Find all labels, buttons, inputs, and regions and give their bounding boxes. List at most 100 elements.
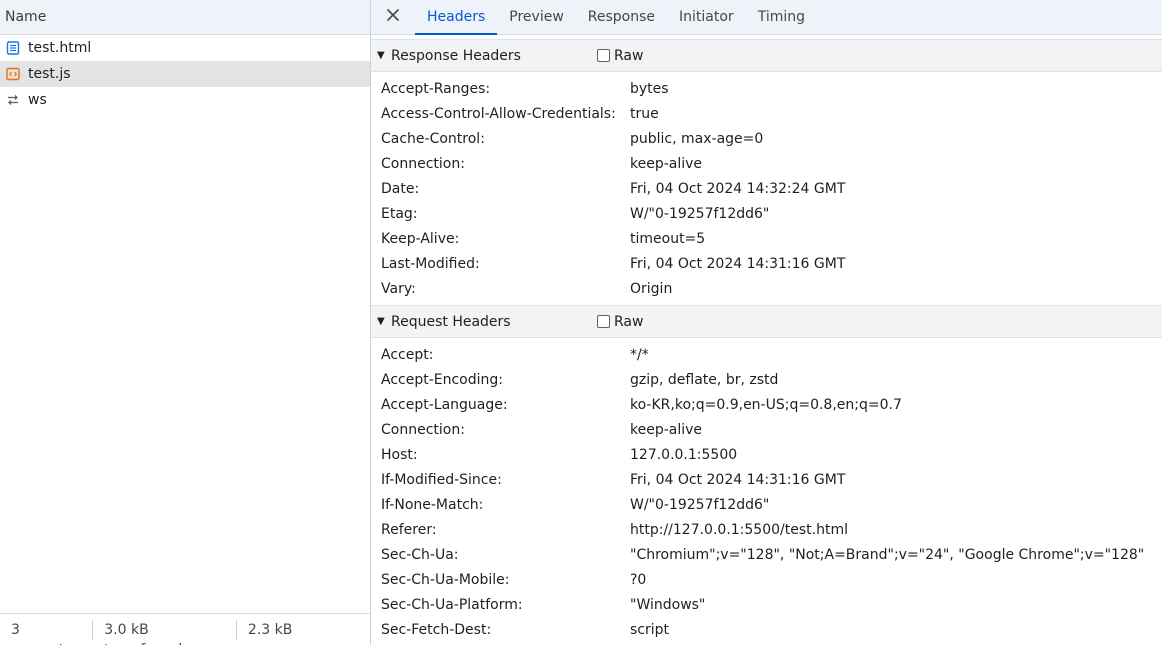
header-value: Fri, 04 Oct 2024 14:31:16 GMT bbox=[630, 471, 846, 488]
header-row: Sec-Fetch-Dest: script bbox=[371, 617, 1162, 642]
header-value: keep-alive bbox=[630, 421, 703, 438]
header-row: Access-Control-Allow-Credentials: true bbox=[371, 101, 1162, 126]
section-title: Response Headers bbox=[391, 47, 521, 64]
header-row: If-Modified-Since: Fri, 04 Oct 2024 14:31… bbox=[371, 467, 1162, 492]
header-value: http://127.0.0.1:5500/test.html bbox=[630, 521, 848, 538]
header-value: W/"0-19257f12dd6" bbox=[630, 496, 770, 513]
resources-size: 2.3 kB resources bbox=[247, 621, 316, 645]
header-name: Connection: bbox=[381, 421, 465, 438]
header-row: Accept-Encoding: gzip, deflate, br, zstd bbox=[371, 367, 1162, 392]
header-name: Last-Modified: bbox=[381, 255, 480, 272]
header-name: Accept-Ranges: bbox=[381, 80, 491, 97]
header-value: "Chromium";v="128", "Not;A=Brand";v="24"… bbox=[630, 546, 1145, 563]
header-value: gzip, deflate, br, zstd bbox=[630, 371, 779, 388]
tab-headers[interactable]: Headers bbox=[415, 0, 498, 35]
response-headers-section-header[interactable]: ▼ Response Headers Raw bbox=[371, 39, 1162, 72]
request-list: test.html test.js ws bbox=[0, 35, 370, 113]
status-bar: 3 requests 3.0 kB transferred 2.3 kB res… bbox=[0, 613, 370, 645]
request-name: ws bbox=[28, 92, 47, 108]
header-row: Connection: keep-alive bbox=[371, 417, 1162, 442]
raw-checkbox-response[interactable]: Raw bbox=[597, 48, 643, 64]
header-name: Accept-Encoding: bbox=[381, 371, 504, 388]
header-name: Sec-Fetch-Dest: bbox=[381, 621, 492, 638]
header-name: Connection: bbox=[381, 155, 465, 172]
header-row: Cache-Control: public, max-age=0 bbox=[371, 126, 1162, 151]
header-value: Fri, 04 Oct 2024 14:31:16 GMT bbox=[630, 255, 846, 272]
header-row: Sec-Ch-Ua-Platform: "Windows" bbox=[371, 592, 1162, 617]
header-row: Accept: */* bbox=[371, 342, 1162, 367]
header-value: script bbox=[630, 621, 670, 638]
header-value: W/"0-19257f12dd6" bbox=[630, 205, 770, 222]
header-value: public, max-age=0 bbox=[630, 130, 764, 147]
raw-label: Raw bbox=[614, 313, 644, 330]
header-name: Accept-Language: bbox=[381, 396, 508, 413]
request-detail-panel: Headers Preview Response Initiator Timin… bbox=[371, 0, 1162, 645]
checkbox[interactable] bbox=[597, 315, 610, 328]
request-headers-list: Accept: */* Accept-Encoding: gzip, deflate,… bbox=[371, 342, 1162, 642]
script-icon bbox=[6, 67, 20, 81]
header-row: Sec-Ch-Ua: "Chromium";v="128", "Not;A=Bra… bbox=[371, 542, 1162, 567]
header-value: bytes bbox=[630, 80, 669, 97]
name-column-header[interactable]: Name bbox=[0, 0, 370, 35]
header-row: Date: Fri, 04 Oct 2024 14:32:24 GMT bbox=[371, 176, 1162, 201]
header-row: If-None-Match: W/"0-19257f12dd6" bbox=[371, 492, 1162, 517]
header-value: ko-KR,ko;q=0.9,en-US;q=0.8,en;q=0.7 bbox=[630, 396, 902, 413]
request-name: test.html bbox=[28, 40, 92, 56]
header-row: Etag: W/"0-19257f12dd6" bbox=[371, 201, 1162, 226]
header-name: Cache-Control: bbox=[381, 130, 485, 147]
header-name: Access-Control-Allow-Credentials: bbox=[381, 105, 616, 122]
transferred-size: 3.0 kB transferred bbox=[104, 621, 182, 645]
header-name: If-None-Match: bbox=[381, 496, 484, 513]
header-value: 127.0.0.1:5500 bbox=[630, 446, 738, 463]
header-row: Sec-Ch-Ua-Mobile: ?0 bbox=[371, 567, 1162, 592]
request-row-ws[interactable]: ws bbox=[0, 87, 370, 113]
header-name: Vary: bbox=[381, 280, 416, 297]
request-row-test-js[interactable]: test.js bbox=[0, 61, 370, 87]
tab-response[interactable]: Response bbox=[576, 0, 667, 35]
header-value: true bbox=[630, 105, 659, 122]
document-icon bbox=[6, 41, 20, 55]
header-row: Accept-Ranges: bytes bbox=[371, 76, 1162, 101]
triangle-down-icon: ▼ bbox=[377, 50, 385, 61]
tab-initiator[interactable]: Initiator bbox=[667, 0, 746, 35]
header-row: Referer: http://127.0.0.1:5500/test.html bbox=[371, 517, 1162, 542]
header-name: Sec-Ch-Ua-Mobile: bbox=[381, 571, 510, 588]
header-value: timeout=5 bbox=[630, 230, 706, 247]
request-name: test.js bbox=[28, 66, 71, 82]
header-row: Host: 127.0.0.1:5500 bbox=[371, 442, 1162, 467]
raw-checkbox-request[interactable]: Raw bbox=[597, 314, 643, 330]
triangle-down-icon: ▼ bbox=[377, 316, 385, 327]
raw-label: Raw bbox=[614, 47, 644, 64]
header-name: Sec-Ch-Ua-Platform: bbox=[381, 596, 523, 613]
header-name: Date: bbox=[381, 180, 420, 197]
request-headers-section-header[interactable]: ▼ Request Headers Raw bbox=[371, 305, 1162, 338]
header-value: ?0 bbox=[630, 571, 647, 588]
header-value: Origin bbox=[630, 280, 673, 297]
header-name: If-Modified-Since: bbox=[381, 471, 502, 488]
header-value: keep-alive bbox=[630, 155, 703, 172]
request-list-panel: Name test.html test.js ws 3 requests 3.0… bbox=[0, 0, 370, 645]
header-row: Connection: keep-alive bbox=[371, 151, 1162, 176]
checkbox[interactable] bbox=[597, 49, 610, 62]
header-name: Keep-Alive: bbox=[381, 230, 460, 247]
section-title: Request Headers bbox=[391, 313, 511, 330]
header-row: Vary: Origin bbox=[371, 276, 1162, 301]
close-icon bbox=[386, 8, 400, 26]
tab-timing[interactable]: Timing bbox=[746, 0, 817, 35]
header-name: Etag: bbox=[381, 205, 418, 222]
header-name: Sec-Ch-Ua: bbox=[381, 546, 459, 563]
header-value: "Windows" bbox=[630, 596, 706, 613]
header-row: Accept-Language: ko-KR,ko;q=0.9,en-US;q=0… bbox=[371, 392, 1162, 417]
request-row-test-html[interactable]: test.html bbox=[0, 35, 370, 61]
request-count: 3 requests bbox=[11, 621, 72, 645]
detail-tabbar: Headers Preview Response Initiator Timin… bbox=[371, 0, 1162, 35]
header-row: Keep-Alive: timeout=5 bbox=[371, 226, 1162, 251]
header-value: */* bbox=[630, 346, 649, 363]
header-name: Referer: bbox=[381, 521, 437, 538]
tab-preview[interactable]: Preview bbox=[497, 0, 576, 35]
header-name: Host: bbox=[381, 446, 418, 463]
websocket-icon bbox=[6, 93, 20, 107]
header-name: Accept: bbox=[381, 346, 434, 363]
close-button[interactable] bbox=[371, 0, 415, 35]
header-value: Fri, 04 Oct 2024 14:32:24 GMT bbox=[630, 180, 846, 197]
